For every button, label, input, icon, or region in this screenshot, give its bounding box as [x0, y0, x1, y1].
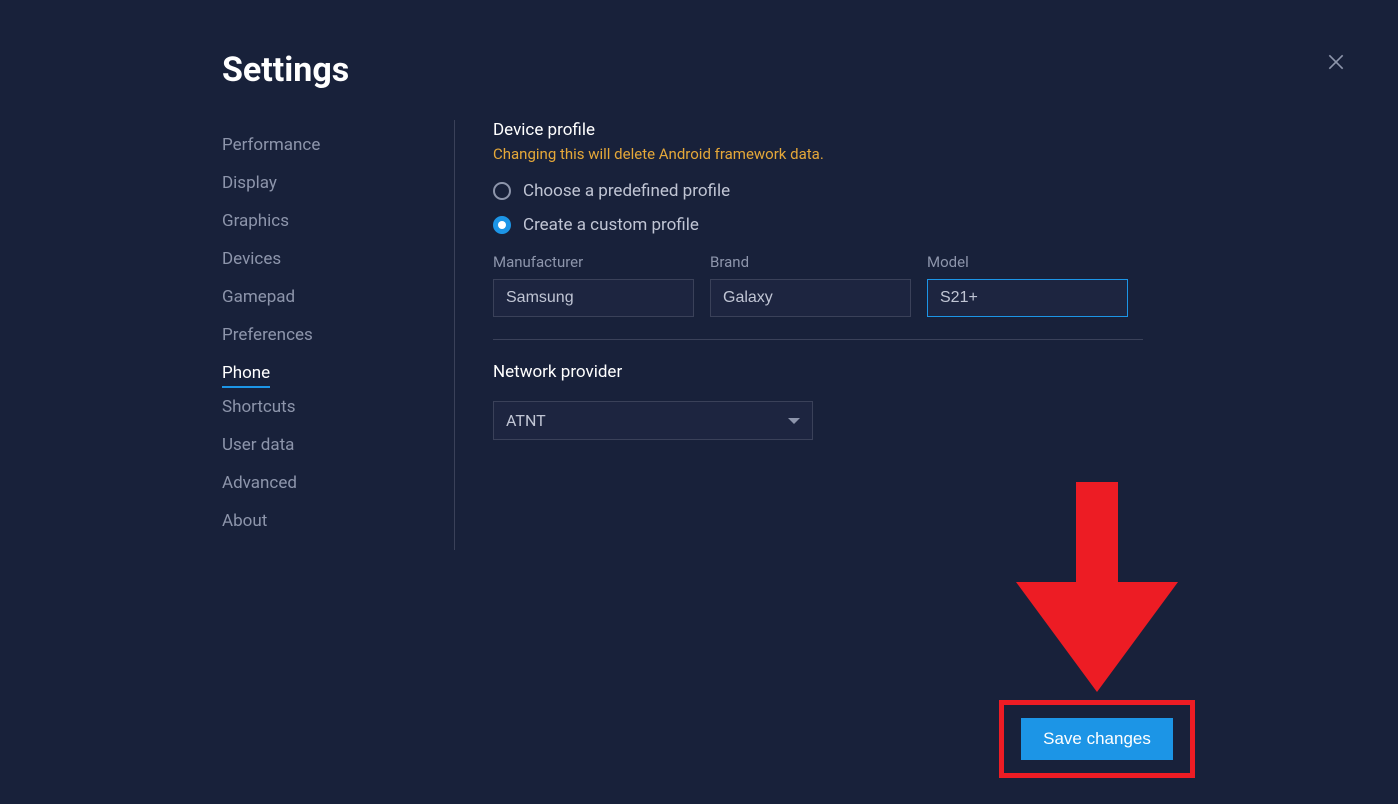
sidebar-item-advanced[interactable]: Advanced — [222, 464, 297, 502]
close-icon — [1326, 52, 1346, 72]
sidebar-item-gamepad[interactable]: Gamepad — [222, 278, 295, 316]
sidebar-item-user-data[interactable]: User data — [222, 426, 294, 464]
save-highlight-annotation: Save changes — [999, 700, 1195, 778]
red-arrow-annotation — [1016, 482, 1178, 692]
brand-input[interactable] — [710, 279, 911, 317]
warning-text: Changing this will delete Android framew… — [493, 145, 1143, 163]
radio-predefined-profile[interactable]: Choose a predefined profile — [493, 181, 1143, 201]
sidebar-item-devices[interactable]: Devices — [222, 240, 281, 278]
field-label: Brand — [710, 253, 911, 271]
vertical-divider — [454, 120, 455, 550]
sidebar-item-performance[interactable]: Performance — [222, 126, 320, 164]
save-changes-button[interactable]: Save changes — [1021, 718, 1173, 760]
sidebar-item-shortcuts[interactable]: Shortcuts — [222, 388, 296, 426]
radio-label: Create a custom profile — [523, 215, 699, 235]
radio-dot-icon — [498, 221, 506, 229]
radio-icon — [493, 216, 511, 234]
page-title: Settings — [222, 50, 349, 90]
chevron-down-icon — [788, 418, 800, 424]
sidebar-item-about[interactable]: About — [222, 502, 267, 540]
field-label: Manufacturer — [493, 253, 694, 271]
content-panel: Device profile Changing this will delete… — [493, 120, 1143, 440]
sidebar-item-phone[interactable]: Phone — [222, 354, 270, 388]
sidebar-item-display[interactable]: Display — [222, 164, 277, 202]
brand-field: Brand — [710, 253, 911, 317]
horizontal-divider — [493, 339, 1143, 340]
model-input[interactable] — [927, 279, 1128, 317]
fields-row: Manufacturer Brand Model — [493, 253, 1143, 317]
model-field: Model — [927, 253, 1128, 317]
manufacturer-field: Manufacturer — [493, 253, 694, 317]
sidebar-item-preferences[interactable]: Preferences — [222, 316, 313, 354]
sidebar: Performance Display Graphics Devices Gam… — [222, 126, 422, 540]
radio-custom-profile[interactable]: Create a custom profile — [493, 215, 1143, 235]
network-provider-heading: Network provider — [493, 362, 1143, 382]
manufacturer-input[interactable] — [493, 279, 694, 317]
device-profile-heading: Device profile — [493, 120, 1143, 140]
field-label: Model — [927, 253, 1128, 271]
radio-label: Choose a predefined profile — [523, 181, 730, 201]
close-button[interactable] — [1322, 48, 1350, 76]
sidebar-item-graphics[interactable]: Graphics — [222, 202, 289, 240]
select-value: ATNT — [506, 411, 546, 430]
radio-icon — [493, 182, 511, 200]
network-provider-select[interactable]: ATNT — [493, 401, 813, 440]
